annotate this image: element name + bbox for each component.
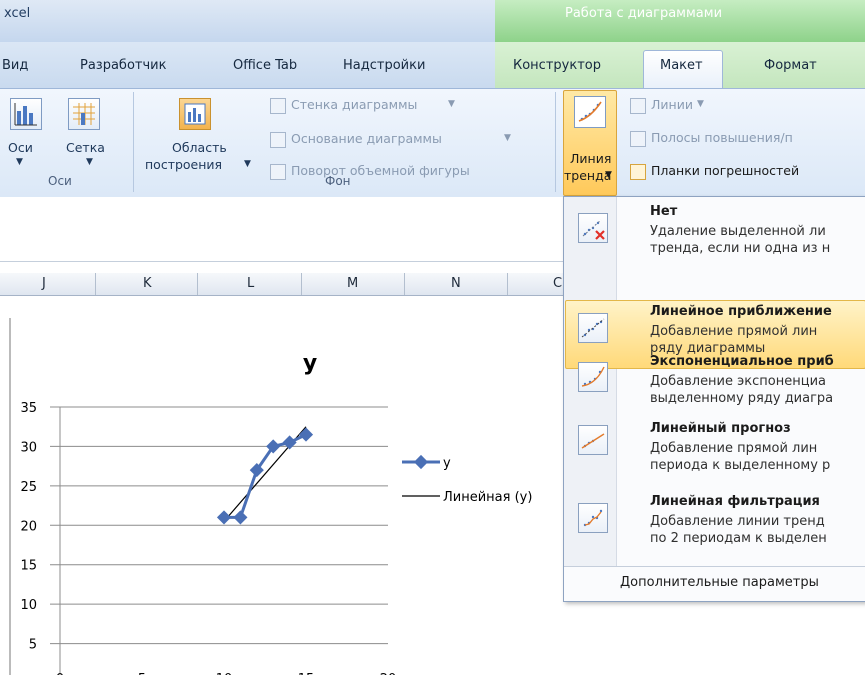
y-tick-label: 25 bbox=[20, 480, 37, 495]
tab-layout[interactable]: Макет bbox=[660, 58, 703, 73]
column-header-l[interactable]: L bbox=[247, 276, 254, 291]
updown-bars-icon[interactable] bbox=[630, 131, 646, 147]
y-tick-label: 10 bbox=[20, 598, 37, 613]
menu-item-none-desc1: Удаление выделенной ли bbox=[650, 224, 826, 239]
menu-item-none-desc2: тренда, если ни одна из н bbox=[650, 241, 831, 256]
tab-design[interactable]: Конструктор bbox=[513, 58, 601, 73]
menu-item-linear-forecast-desc1: Добавление прямой лин bbox=[650, 441, 818, 456]
trendline-icon[interactable] bbox=[574, 96, 606, 128]
plot-area-label-line2[interactable]: построения bbox=[145, 157, 222, 172]
plot-area-label-line1[interactable]: Область bbox=[172, 140, 227, 155]
trendline-label-line1[interactable]: Линия bbox=[570, 151, 611, 166]
y-tick-label: 35 bbox=[20, 401, 37, 416]
axes-button-label[interactable]: Оси bbox=[8, 140, 33, 155]
axes-dropdown-arrow[interactable]: ▼ bbox=[16, 157, 23, 167]
3d-rotation-icon[interactable] bbox=[270, 164, 286, 180]
menu-item-exponential-title: Экспоненциальное приб bbox=[650, 354, 834, 369]
plot-area-icon[interactable] bbox=[179, 98, 211, 130]
axes-group-label: Оси bbox=[48, 174, 72, 188]
lines-dropdown-arrow[interactable]: ▼ bbox=[697, 99, 704, 109]
trendline-linear-icon bbox=[578, 313, 608, 343]
menu-item-linear-forecast-desc2: периода к выделенному р bbox=[650, 458, 831, 473]
y-tick-label: 20 bbox=[20, 519, 37, 534]
column-separator bbox=[404, 273, 405, 295]
background-group-label: Фон bbox=[325, 174, 351, 188]
chart-floor-button[interactable]: Основание диаграммы bbox=[291, 131, 442, 146]
chart-tools-title: Работа с диаграммами bbox=[565, 6, 723, 21]
y-tick-label: 30 bbox=[20, 440, 37, 455]
column-header-m[interactable]: M bbox=[347, 276, 358, 291]
data-point bbox=[282, 435, 297, 450]
chart-wall-button[interactable]: Стенка диаграммы bbox=[291, 97, 417, 112]
chart-wall-dropdown-arrow[interactable]: ▼ bbox=[448, 99, 455, 109]
data-point bbox=[216, 510, 232, 525]
menu-item-none-title: Нет bbox=[650, 204, 678, 219]
trendline-dropdown-arrow[interactable]: ▼ bbox=[605, 170, 612, 180]
column-header-c[interactable]: C bbox=[553, 276, 562, 291]
column-separator bbox=[507, 273, 508, 295]
column-header-n[interactable]: N bbox=[451, 276, 461, 291]
trendline-none-icon bbox=[578, 213, 608, 243]
tab-format[interactable]: Формат bbox=[764, 58, 817, 73]
updown-bars-button[interactable]: Полосы повышения/п bbox=[651, 130, 793, 145]
menu-item-moving-average-desc2: по 2 периодам к выделен bbox=[650, 531, 827, 546]
menu-item-linear-desc1: Добавление прямой лин bbox=[650, 324, 818, 339]
chart-wall-icon[interactable] bbox=[270, 98, 286, 114]
menu-item-exponential-desc2: выделенному ряду диагра bbox=[650, 391, 834, 406]
chart[interactable]: y 05101520253035 05101520 y Линейная (y) bbox=[0, 300, 570, 675]
column-header-j[interactable]: J bbox=[42, 276, 46, 291]
menu-item-linear-title: Линейное приближение bbox=[650, 304, 832, 319]
lines-button[interactable]: Линии bbox=[651, 97, 693, 112]
column-separator bbox=[301, 273, 302, 295]
tab-addins[interactable]: Надстройки bbox=[343, 58, 425, 73]
column-separator bbox=[95, 273, 96, 295]
y-tick-label: 5 bbox=[29, 638, 37, 653]
tab-view[interactable]: Вид bbox=[2, 58, 28, 73]
menu-item-moving-average-desc1: Добавление линии тренд bbox=[650, 514, 825, 529]
plot-area-dropdown-arrow[interactable]: ▼ bbox=[244, 159, 251, 169]
more-options-menu-item[interactable]: Дополнительные параметры bbox=[620, 575, 819, 590]
column-separator bbox=[197, 273, 198, 295]
trendline-forecast-icon bbox=[578, 425, 608, 455]
legend-series-label: y bbox=[443, 456, 451, 471]
chart-floor-dropdown-arrow[interactable]: ▼ bbox=[504, 133, 511, 143]
trendline-exponential-icon bbox=[578, 362, 608, 392]
gridlines-icon[interactable] bbox=[68, 98, 100, 130]
error-bars-button[interactable]: Планки погрешностей bbox=[651, 163, 799, 178]
legend-series-marker bbox=[413, 454, 429, 470]
group-separator bbox=[133, 92, 134, 192]
chart-title[interactable]: y bbox=[303, 351, 317, 376]
axes-icon[interactable] bbox=[10, 98, 42, 130]
y-tick-label: 15 bbox=[20, 559, 37, 574]
menu-item-exponential-desc1: Добавление экспоненциа bbox=[650, 374, 826, 389]
gridlines-button-label[interactable]: Сетка bbox=[66, 140, 105, 155]
gridlines-dropdown-arrow[interactable]: ▼ bbox=[86, 157, 93, 167]
menu-item-linear-forecast-title: Линейный прогноз bbox=[650, 421, 791, 436]
group-separator bbox=[555, 92, 556, 192]
menu-separator bbox=[564, 566, 865, 567]
error-bars-icon[interactable] bbox=[630, 164, 646, 180]
app-title: xcel bbox=[4, 6, 31, 21]
lines-icon[interactable] bbox=[630, 98, 646, 114]
data-point bbox=[233, 510, 248, 525]
tab-office-tab[interactable]: Office Tab bbox=[233, 58, 297, 73]
column-header-k[interactable]: K bbox=[143, 276, 152, 291]
menu-item-moving-average-title: Линейная фильтрация bbox=[650, 494, 820, 509]
trendline-moving-average-icon bbox=[578, 503, 608, 533]
chart-floor-icon[interactable] bbox=[270, 132, 286, 148]
tab-developer[interactable]: Разработчик bbox=[80, 58, 166, 73]
legend-trend-label: Линейная (y) bbox=[443, 490, 532, 505]
3d-rotation-button[interactable]: Поворот объемной фигуры bbox=[291, 163, 470, 178]
series-line bbox=[224, 433, 307, 519]
data-point bbox=[298, 427, 314, 442]
